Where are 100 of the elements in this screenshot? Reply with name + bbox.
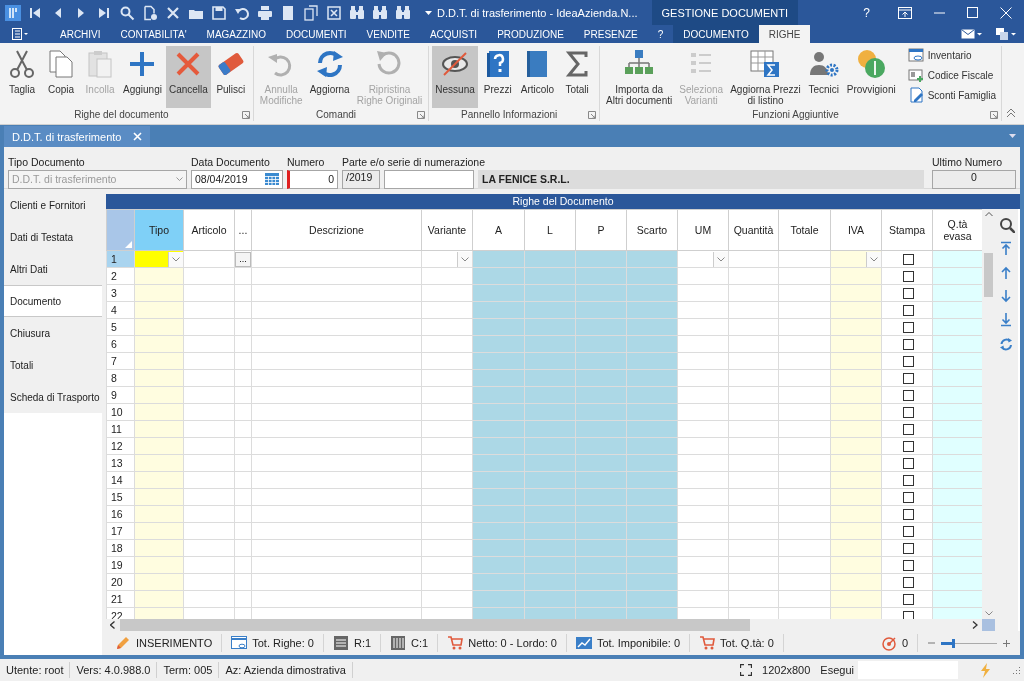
ribbon-button[interactable]: Aggiorna <box>306 46 353 108</box>
checkbox[interactable] <box>903 457 914 469</box>
save-icon[interactable] <box>211 4 227 21</box>
column-header[interactable]: Tipo <box>134 209 184 251</box>
checkbox[interactable] <box>903 525 914 537</box>
ribbon-button[interactable]: Codice Fiscale <box>905 66 999 84</box>
maximize-icon[interactable] <box>967 7 978 18</box>
series-field[interactable] <box>384 169 474 189</box>
checkbox[interactable] <box>903 593 914 605</box>
side-nav-item[interactable]: Clienti e Fornitori <box>4 189 102 221</box>
ribbon-tab[interactable]: ARCHIVI <box>50 25 111 43</box>
chevron-right-icon[interactable] <box>972 621 978 629</box>
vertical-scrollbar[interactable] <box>982 209 995 619</box>
checkbox[interactable] <box>903 576 914 588</box>
scrollbar-thumb[interactable] <box>120 619 750 631</box>
checkbox[interactable] <box>903 508 914 520</box>
checkbox[interactable] <box>903 389 914 401</box>
chevron-down-icon[interactable] <box>984 611 993 616</box>
checkbox[interactable] <box>903 440 914 452</box>
search-icon[interactable] <box>119 4 135 21</box>
dropdown-button[interactable] <box>866 251 881 267</box>
mail-icon[interactable] <box>961 28 982 40</box>
ribbon-button[interactable]: Importa da Altri documenti <box>603 46 676 108</box>
app-menu-icon[interactable] <box>12 28 28 40</box>
column-header[interactable]: Totale <box>778 209 831 251</box>
document-icon[interactable] <box>280 4 296 21</box>
ribbon-button[interactable]: Nessuna <box>432 46 478 108</box>
dropdown-button[interactable] <box>713 251 728 267</box>
checkbox[interactable] <box>903 355 914 367</box>
search-icon[interactable] <box>998 217 1015 233</box>
column-header[interactable]: Variante <box>421 209 473 251</box>
delete-icon[interactable] <box>165 4 181 21</box>
zoom-in-icon[interactable] <box>1003 639 1010 647</box>
ribbon-tab[interactable]: MAGAZZINO <box>196 25 276 43</box>
number-field[interactable]: 0 <box>287 169 338 189</box>
close-icon[interactable] <box>133 132 143 141</box>
ribbon-button[interactable]: Sconti Famiglia <box>905 86 999 104</box>
checkbox[interactable] <box>903 474 914 486</box>
ribbon-button[interactable]: Tecnici <box>804 46 843 108</box>
checkbox[interactable] <box>903 491 914 503</box>
scrollbar-thumb[interactable] <box>984 253 993 297</box>
fullscreen-icon[interactable] <box>740 664 753 676</box>
checkbox[interactable] <box>903 423 914 435</box>
column-header[interactable]: Descrizione <box>251 209 422 251</box>
column-header[interactable]: P <box>575 209 627 251</box>
checkbox[interactable] <box>903 372 914 384</box>
app-logo-icon[interactable] <box>5 4 21 21</box>
side-nav-item[interactable]: Dati di Testata <box>4 221 102 253</box>
ribbon-tab[interactable]: DOCUMENTI <box>276 25 357 43</box>
ribbon-tab[interactable]: PRESENZE <box>573 25 648 43</box>
column-header[interactable]: Quantità <box>728 209 779 251</box>
calendar-icon[interactable] <box>265 173 279 185</box>
checkbox[interactable] <box>903 559 914 571</box>
ribbon-tab[interactable]: CONTABILITA' <box>110 25 197 43</box>
windows-layout-icon[interactable] <box>996 28 1016 40</box>
dropdown-caret-icon[interactable] <box>1009 134 1016 138</box>
side-nav-item[interactable]: Documento <box>4 285 102 317</box>
help-button[interactable]: ? <box>857 5 876 20</box>
column-header[interactable]: UM <box>677 209 729 251</box>
new-document-icon[interactable] <box>142 4 158 21</box>
ribbon-tab[interactable]: ? <box>647 25 674 43</box>
ribbon-button[interactable]: Totali <box>558 46 597 108</box>
column-header[interactable]: Scarto <box>626 209 678 251</box>
copy-icon[interactable] <box>303 4 319 21</box>
ribbon-button[interactable]: Prezzi <box>478 46 517 108</box>
checkbox[interactable] <box>903 287 914 299</box>
print-icon[interactable] <box>257 4 273 21</box>
side-nav-item[interactable]: Altri Dati <box>4 253 102 285</box>
column-header[interactable]: L <box>524 209 576 251</box>
dialog-launcher-icon[interactable] <box>417 111 426 119</box>
ribbon-button[interactable]: Pulisci <box>211 46 250 108</box>
ribbon-tab[interactable]: DOCUMENTO <box>673 25 759 43</box>
horizontal-scrollbar[interactable] <box>106 619 982 631</box>
ribbon-tab[interactable]: ACQUISTI <box>419 25 488 43</box>
checkbox[interactable] <box>903 542 914 554</box>
binoculars-icon[interactable] <box>372 4 388 21</box>
checkbox[interactable] <box>903 321 914 333</box>
ribbon-display-options-icon[interactable] <box>898 6 912 19</box>
checkbox[interactable] <box>903 270 914 282</box>
collapse-ribbon-icon[interactable] <box>1006 108 1016 118</box>
ellipsis-button[interactable]: ... <box>235 251 251 267</box>
dropdown-button[interactable] <box>168 251 183 267</box>
side-nav-item[interactable]: Chiusura <box>4 317 102 349</box>
ribbon-tab[interactable]: RIGHE <box>758 25 811 43</box>
checkbox[interactable] <box>903 406 914 418</box>
close-document-icon[interactable] <box>326 4 342 21</box>
column-header[interactable]: Q.tà evasa <box>932 209 982 251</box>
refresh-icon[interactable] <box>998 337 1015 353</box>
ribbon-tab[interactable]: VENDITE <box>356 25 420 43</box>
chevron-left-icon[interactable] <box>110 621 116 629</box>
ribbon-button[interactable]: Inventario <box>905 46 999 64</box>
checkbox[interactable] <box>903 610 914 619</box>
ribbon-button[interactable]: Aggiorna Prezzi di listino <box>727 46 804 108</box>
checkbox[interactable] <box>903 253 914 265</box>
dropdown-caret-icon[interactable] <box>425 10 432 15</box>
binoculars-icon[interactable] <box>395 4 411 21</box>
ribbon-button[interactable]: Aggiungi <box>120 46 165 108</box>
ribbon-tab[interactable]: PRODUZIONE <box>487 25 574 43</box>
ribbon-button[interactable]: Articolo <box>517 46 558 108</box>
ribbon-button[interactable]: Taglia <box>3 46 41 108</box>
